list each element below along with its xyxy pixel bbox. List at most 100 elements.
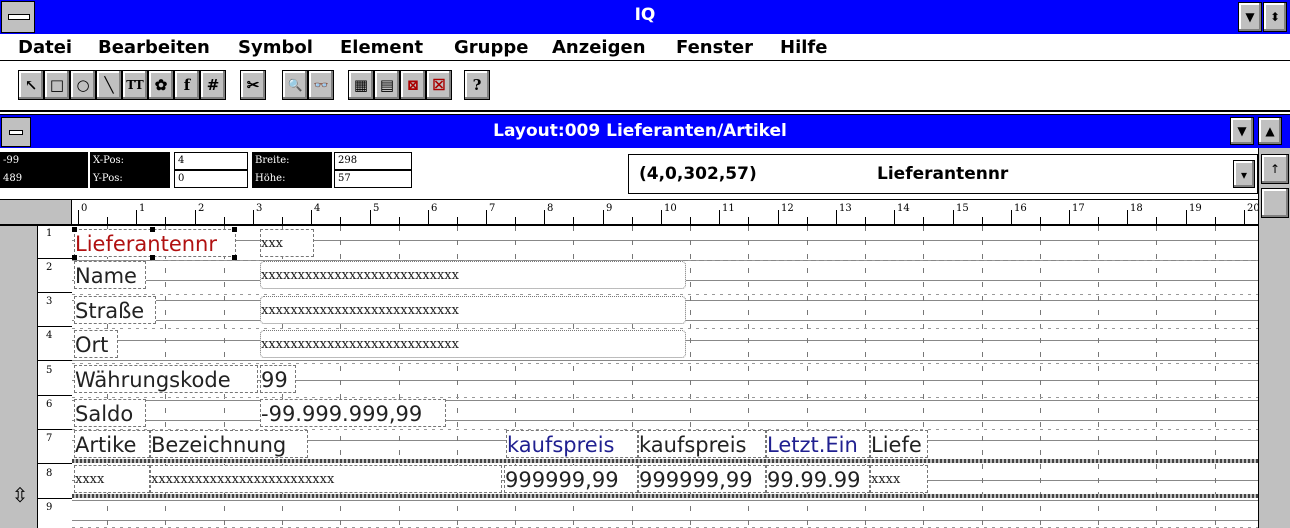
selection-handle[interactable] xyxy=(72,255,77,260)
hash-field-icon[interactable]: # xyxy=(200,70,226,100)
field-einkaufspreis[interactable]: 999999,99 xyxy=(504,465,638,493)
label-ort[interactable]: Ort xyxy=(74,330,118,358)
scissors-icon[interactable]: ✂ xyxy=(240,70,266,100)
label-saldo[interactable]: Saldo xyxy=(74,399,146,427)
layout-canvas[interactable]: Lieferantennr xxx Name xxxxxxxxxxxxxxxxx… xyxy=(72,226,1258,528)
field-strasse[interactable]: xxxxxxxxxxxxxxxxxxxxxxxxxxx xyxy=(260,296,686,324)
field-letzter-eingang[interactable]: 99.99.99 xyxy=(766,465,870,493)
arrow-pointer-icon[interactable]: ↖ xyxy=(18,70,44,100)
label-strasse[interactable]: Straße xyxy=(74,296,156,324)
window-stack-icon[interactable]: ▤ xyxy=(374,70,400,100)
circle-icon[interactable]: ○ xyxy=(70,70,96,100)
menu-gruppe[interactable]: Gruppe xyxy=(454,37,528,58)
ruler-half-tick xyxy=(865,217,866,224)
field-lieferantennr[interactable]: xxx xyxy=(260,229,314,257)
function-icon[interactable]: f xyxy=(174,70,200,100)
vertical-scrollbar[interactable]: ↑ xyxy=(1258,148,1290,528)
field-name[interactable]: xxxxxxxxxxxxxxxxxxxxxxxxxxx xyxy=(260,261,686,289)
delete-picture-icon[interactable]: ⊠ xyxy=(400,70,426,100)
field-bezeichnung[interactable]: xxxxxxxxxxxxxxxxxxxxxxxxx xyxy=(150,465,502,493)
grid-line xyxy=(982,226,983,528)
ruler-tick xyxy=(1244,210,1245,224)
menu-fenster[interactable]: Fenster xyxy=(676,37,753,58)
scrollbar-thumb[interactable] xyxy=(1261,188,1289,218)
row-gutter: 1 2 3 4 5 6 7 8 9 ⇳ xyxy=(0,226,72,528)
row-number: 5 xyxy=(46,365,53,376)
band-separator[interactable] xyxy=(72,459,1258,463)
field-selector[interactable]: (4,0,302,57) Lieferantennr ▾ xyxy=(628,154,1258,194)
selection-handle[interactable] xyxy=(150,227,155,232)
glasses-icon[interactable]: 👓 xyxy=(308,70,334,100)
app-system-menu-icon[interactable] xyxy=(1,1,35,33)
ruler-tick xyxy=(428,210,429,224)
help-icon[interactable]: ? xyxy=(464,70,490,100)
line-icon[interactable]: ╲ xyxy=(96,70,122,100)
ruler-half-tick xyxy=(807,217,808,224)
selection-handle[interactable] xyxy=(232,255,237,260)
ruler-tick xyxy=(370,210,371,224)
row-divider xyxy=(38,498,72,499)
header-bezeichnung[interactable]: Bezeichnung xyxy=(150,430,308,458)
field-ort[interactable]: xxxxxxxxxxxxxxxxxxxxxxxxxxx xyxy=(260,330,686,358)
text-tool-icon[interactable]: TT xyxy=(122,70,148,100)
picture-tool-icon[interactable]: ✿ xyxy=(148,70,174,100)
layout-window-system-menu-icon[interactable] xyxy=(1,117,31,147)
ruler-half-tick xyxy=(224,217,225,224)
menu-anzeigen[interactable]: Anzeigen xyxy=(552,37,646,58)
menu-symbol[interactable]: Symbol xyxy=(238,37,313,58)
header-einkaufspreis[interactable]: kaufspreis xyxy=(506,430,638,458)
layout-window-minimize-button[interactable]: ▼ xyxy=(1230,117,1254,145)
menu-element[interactable]: Element xyxy=(340,37,423,58)
header-lieferant[interactable]: Liefe xyxy=(870,430,928,458)
ruler-half-tick xyxy=(340,217,341,224)
toolbar: ↖ □ ○ ╲ TT ✿ f # ✂ 🔍 👓 ▦ ▤ ⊠ ☒ ? xyxy=(0,62,1290,112)
field-artikel[interactable]: xxxx xyxy=(74,465,150,493)
ruler-tick xyxy=(1069,210,1070,224)
label-waehrungskode[interactable]: Währungskode xyxy=(74,365,258,393)
field-waehrungskode[interactable]: 99 xyxy=(260,365,296,393)
row-divider xyxy=(38,258,72,259)
row-number: 1 xyxy=(46,228,53,239)
height-field[interactable]: 57 xyxy=(334,170,412,188)
menu-hilfe[interactable]: Hilfe xyxy=(780,37,827,58)
header-verkaufspreis[interactable]: kaufspreis xyxy=(638,430,766,458)
ruler-tick xyxy=(778,210,779,224)
grid-line xyxy=(72,363,1258,364)
menu-bearbeiten[interactable]: Bearbeiten xyxy=(98,37,210,58)
header-artikel[interactable]: Artike xyxy=(74,430,150,458)
ruler-number: 18 xyxy=(1130,203,1143,214)
delete-icon[interactable]: ☒ xyxy=(426,70,452,100)
label-name[interactable]: Name xyxy=(74,261,146,289)
width-label: Breite: xyxy=(252,152,332,170)
layout-window-maximize-button[interactable]: ▲ xyxy=(1258,117,1282,145)
header-letzter-eingang[interactable]: Letzt.Ein xyxy=(766,430,870,458)
field-dropdown-button[interactable]: ▾ xyxy=(1233,160,1255,188)
ruler-tick xyxy=(253,210,254,224)
selection-handle[interactable] xyxy=(72,227,77,232)
ruler-half-tick xyxy=(982,217,983,224)
width-field[interactable]: 298 xyxy=(334,152,412,170)
scroll-up-button[interactable]: ↑ xyxy=(1261,154,1289,184)
app-restore-button[interactable]: ⬍ xyxy=(1263,2,1287,32)
band-separator[interactable] xyxy=(72,494,1258,498)
field-verkaufspreis[interactable]: 999999,99 xyxy=(638,465,766,493)
band-resize-handle-icon[interactable]: ⇳ xyxy=(8,481,32,511)
ruler-number: 12 xyxy=(781,203,794,214)
ruler-half-tick xyxy=(923,217,924,224)
field-lieferant[interactable]: xxxx xyxy=(870,465,928,493)
ypos-field[interactable]: 0 xyxy=(174,170,248,188)
menu-bar: Datei Bearbeiten Symbol Element Gruppe A… xyxy=(0,34,1290,61)
xpos-field[interactable]: 4 xyxy=(174,152,248,170)
rectangle-icon[interactable]: □ xyxy=(44,70,70,100)
zoom-icon[interactable]: 🔍 xyxy=(282,70,308,100)
ruler-number: 16 xyxy=(1014,203,1027,214)
layout-grid-icon[interactable]: ▦ xyxy=(348,70,374,100)
ruler-number: 4 xyxy=(314,203,321,214)
label-lieferantennr[interactable]: Lieferantennr xyxy=(74,229,236,257)
app-minimize-button[interactable]: ▼ xyxy=(1238,2,1262,32)
menu-datei[interactable]: Datei xyxy=(18,37,72,58)
selection-handle[interactable] xyxy=(232,227,237,232)
row-number: 4 xyxy=(46,330,53,341)
field-saldo[interactable]: -99.999.999,99 xyxy=(260,399,446,427)
selection-handle[interactable] xyxy=(150,255,155,260)
